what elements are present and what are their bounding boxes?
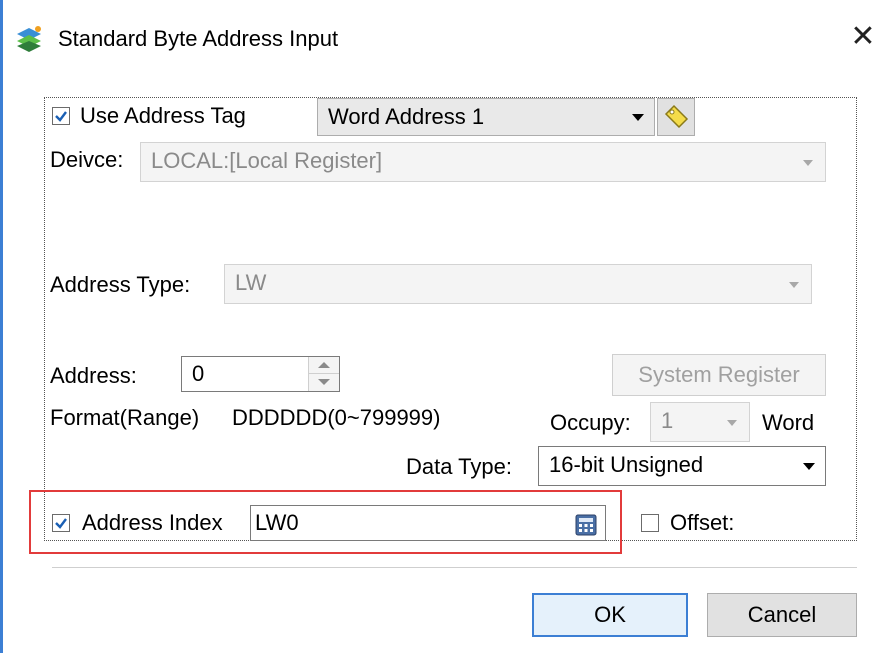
- window-left-border: [0, 0, 3, 653]
- address-tag-select[interactable]: Word Address 1: [317, 98, 655, 136]
- ok-button[interactable]: OK: [532, 593, 688, 637]
- address-tag-value: Word Address 1: [328, 104, 485, 129]
- address-type-label: Address Type:: [50, 272, 191, 297]
- data-type-select[interactable]: 16-bit Unsigned: [538, 446, 826, 486]
- occupy-unit: Word: [762, 410, 815, 435]
- data-type-value: 16-bit Unsigned: [549, 452, 704, 477]
- tag-button[interactable]: [657, 98, 695, 136]
- use-address-tag-checkbox[interactable]: [52, 107, 70, 125]
- format-range: DDDDDD(0~799999): [232, 405, 441, 430]
- spin-down-icon[interactable]: [318, 379, 330, 385]
- device-select: LOCAL:[Local Register]: [140, 142, 826, 182]
- address-label: Address:: [50, 363, 137, 388]
- format-label: Format(Range): [50, 405, 200, 430]
- data-type-label: Data Type:: [406, 454, 512, 479]
- chevron-down-icon: [632, 114, 644, 121]
- address-type-value: LW: [235, 270, 267, 295]
- address-index-value: LW0: [255, 510, 299, 535]
- app-icon: [14, 24, 44, 54]
- tag-icon: [664, 104, 689, 129]
- close-icon[interactable]: ✕: [848, 20, 877, 54]
- chevron-down-icon: [803, 463, 815, 470]
- address-input[interactable]: 0: [181, 356, 340, 392]
- device-label: Deivce:: [50, 147, 124, 172]
- footer-divider: [52, 567, 857, 568]
- chevron-down-icon: [803, 160, 813, 166]
- device-value: LOCAL:[Local Register]: [151, 148, 383, 173]
- cancel-button[interactable]: Cancel: [707, 593, 857, 637]
- occupy-label: Occupy:: [550, 410, 631, 435]
- offset-checkbox[interactable]: [641, 514, 659, 532]
- spin-up-icon[interactable]: [318, 362, 330, 368]
- use-address-tag-label: Use Address Tag: [80, 103, 246, 128]
- system-register-button[interactable]: System Register: [612, 354, 826, 396]
- address-value: 0: [192, 361, 205, 386]
- address-index-label: Address Index: [82, 510, 223, 535]
- keypad-icon[interactable]: [575, 512, 597, 536]
- occupy-select: 1: [650, 402, 750, 442]
- spinner-divider: [309, 373, 339, 374]
- offset-label: Offset:: [670, 510, 735, 535]
- address-index-input[interactable]: LW0: [250, 505, 606, 541]
- address-index-checkbox[interactable]: [52, 514, 70, 532]
- window-title: Standard Byte Address Input: [58, 26, 339, 51]
- address-type-select: LW: [224, 264, 812, 304]
- address-spinner[interactable]: [308, 357, 339, 391]
- occupy-value: 1: [661, 408, 674, 433]
- chevron-down-icon: [727, 420, 737, 426]
- checkmark-icon: [55, 518, 67, 529]
- chevron-down-icon: [789, 282, 799, 288]
- checkmark-icon: [55, 111, 67, 122]
